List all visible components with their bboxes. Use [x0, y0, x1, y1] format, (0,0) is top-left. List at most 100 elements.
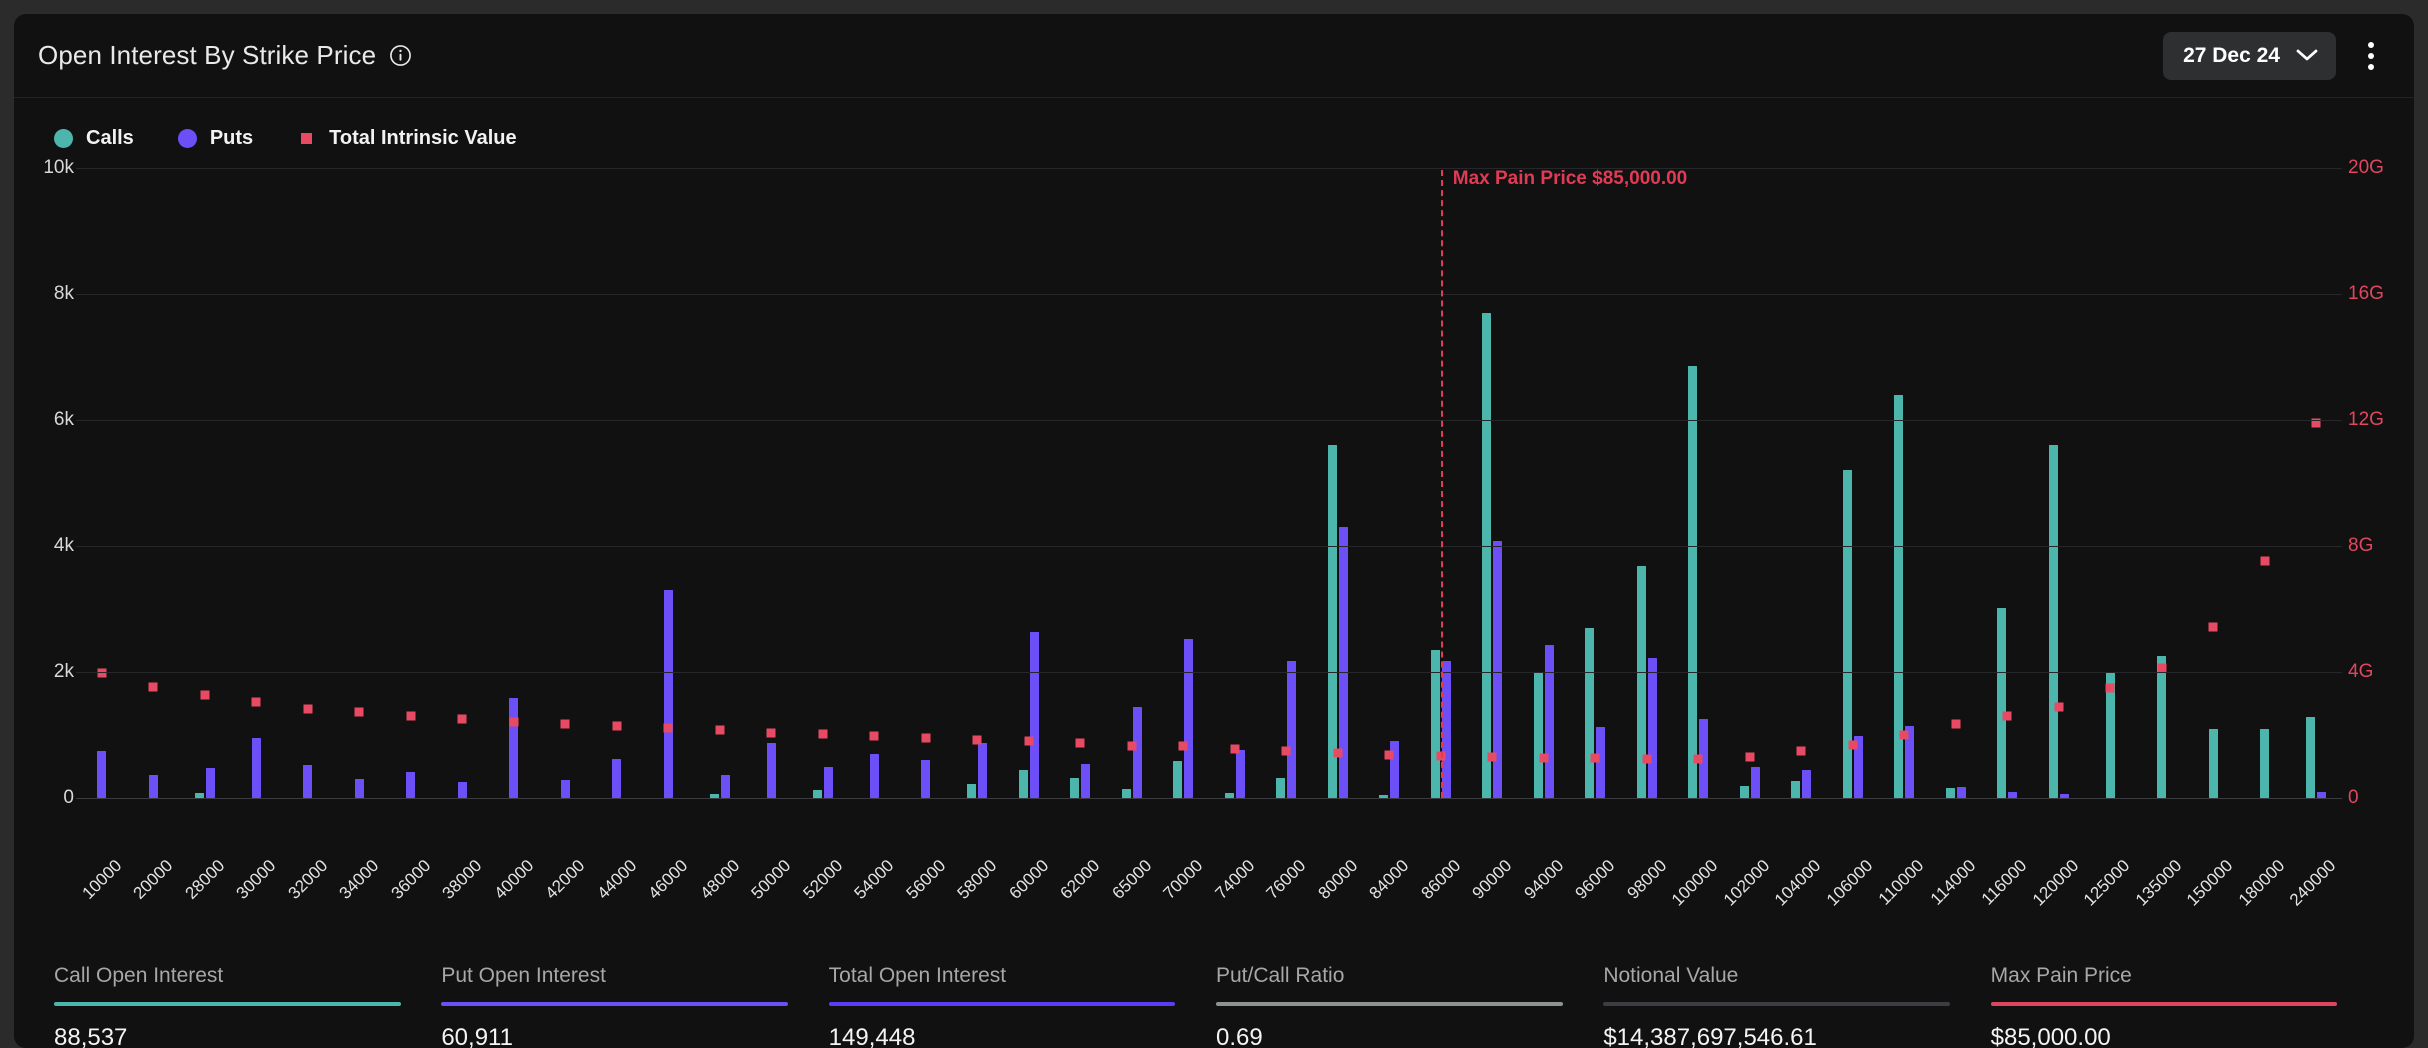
- put-bar[interactable]: [721, 775, 730, 798]
- intrinsic-value-point[interactable]: [2106, 684, 2115, 693]
- legend-item-puts[interactable]: Puts: [178, 127, 253, 150]
- put-bar[interactable]: [458, 782, 467, 798]
- intrinsic-value-point[interactable]: [509, 718, 518, 727]
- put-bar[interactable]: [509, 698, 518, 798]
- put-bar[interactable]: [149, 775, 158, 798]
- intrinsic-value-point[interactable]: [1745, 753, 1754, 762]
- intrinsic-value-point[interactable]: [2209, 623, 2218, 632]
- put-bar[interactable]: [921, 760, 930, 798]
- intrinsic-value-point[interactable]: [303, 704, 312, 713]
- call-bar[interactable]: [813, 790, 822, 798]
- intrinsic-value-point[interactable]: [1282, 746, 1291, 755]
- intrinsic-value-point[interactable]: [921, 734, 930, 743]
- call-bar[interactable]: [1946, 788, 1955, 798]
- put-bar[interactable]: [303, 765, 312, 798]
- intrinsic-value-point[interactable]: [1797, 746, 1806, 755]
- call-bar[interactable]: [1173, 761, 1182, 798]
- intrinsic-value-point[interactable]: [664, 724, 673, 733]
- intrinsic-value-point[interactable]: [1385, 751, 1394, 760]
- intrinsic-value-point[interactable]: [406, 712, 415, 721]
- call-bar[interactable]: [1534, 672, 1543, 798]
- put-bar[interactable]: [206, 768, 215, 798]
- put-bar[interactable]: [355, 779, 364, 798]
- intrinsic-value-point[interactable]: [561, 720, 570, 729]
- call-bar[interactable]: [967, 784, 976, 798]
- call-bar[interactable]: [1688, 366, 1697, 798]
- intrinsic-value-point[interactable]: [870, 732, 879, 741]
- put-bar[interactable]: [1287, 661, 1296, 798]
- put-bar[interactable]: [1957, 787, 1966, 798]
- call-bar[interactable]: [1585, 628, 1594, 798]
- put-bar[interactable]: [406, 772, 415, 798]
- intrinsic-value-point[interactable]: [1539, 753, 1548, 762]
- put-bar[interactable]: [612, 759, 621, 798]
- put-bar[interactable]: [1751, 767, 1760, 798]
- intrinsic-value-point[interactable]: [1127, 741, 1136, 750]
- put-bar[interactable]: [664, 590, 673, 798]
- intrinsic-value-point[interactable]: [458, 714, 467, 723]
- intrinsic-value-point[interactable]: [612, 722, 621, 731]
- call-bar[interactable]: [1122, 789, 1131, 798]
- call-bar[interactable]: [2209, 729, 2218, 798]
- intrinsic-value-point[interactable]: [355, 707, 364, 716]
- call-bar[interactable]: [1070, 778, 1079, 798]
- intrinsic-value-point[interactable]: [818, 730, 827, 739]
- legend-item-calls[interactable]: Calls: [54, 127, 134, 150]
- intrinsic-value-point[interactable]: [252, 698, 261, 707]
- intrinsic-value-point[interactable]: [1488, 753, 1497, 762]
- intrinsic-value-point[interactable]: [2157, 663, 2166, 672]
- call-bar[interactable]: [2260, 729, 2269, 798]
- intrinsic-value-point[interactable]: [715, 725, 724, 734]
- intrinsic-value-point[interactable]: [1951, 719, 1960, 728]
- put-bar[interactable]: [870, 754, 879, 798]
- call-bar[interactable]: [2306, 717, 2315, 798]
- put-bar[interactable]: [1648, 658, 1657, 798]
- put-bar[interactable]: [767, 743, 776, 798]
- info-icon[interactable]: [389, 44, 412, 67]
- intrinsic-value-point[interactable]: [1333, 749, 1342, 758]
- put-bar[interactable]: [1133, 707, 1142, 798]
- call-bar[interactable]: [1276, 778, 1285, 798]
- intrinsic-value-point[interactable]: [2054, 702, 2063, 711]
- put-bar[interactable]: [1081, 764, 1090, 798]
- call-bar[interactable]: [1482, 313, 1491, 798]
- call-bar[interactable]: [1740, 786, 1749, 798]
- put-bar[interactable]: [1030, 632, 1039, 798]
- put-bar[interactable]: [97, 751, 106, 798]
- put-bar[interactable]: [978, 743, 987, 798]
- put-bar[interactable]: [252, 738, 261, 798]
- intrinsic-value-point[interactable]: [767, 729, 776, 738]
- put-bar[interactable]: [1184, 639, 1193, 798]
- intrinsic-value-point[interactable]: [2260, 556, 2269, 565]
- put-bar[interactable]: [1236, 750, 1245, 798]
- intrinsic-value-point[interactable]: [1642, 754, 1651, 763]
- put-bar[interactable]: [1442, 661, 1451, 798]
- call-bar[interactable]: [1019, 770, 1028, 798]
- call-bar[interactable]: [1997, 608, 2006, 798]
- kebab-menu-icon[interactable]: [2354, 34, 2388, 78]
- put-bar[interactable]: [561, 780, 570, 798]
- call-bar[interactable]: [1791, 781, 1800, 798]
- call-bar[interactable]: [1328, 445, 1337, 798]
- put-bar[interactable]: [1802, 770, 1811, 798]
- legend-item-total-intrinsic-value[interactable]: Total Intrinsic Value: [297, 127, 516, 150]
- intrinsic-value-point[interactable]: [1900, 731, 1909, 740]
- put-bar[interactable]: [824, 767, 833, 799]
- expiry-date-selector[interactable]: 27 Dec 24: [2163, 32, 2336, 80]
- intrinsic-value-point[interactable]: [1076, 739, 1085, 748]
- call-bar[interactable]: [2157, 656, 2166, 798]
- intrinsic-value-point[interactable]: [1179, 742, 1188, 751]
- chevron-down-icon: [2296, 44, 2318, 68]
- intrinsic-value-point[interactable]: [1024, 737, 1033, 746]
- x-axis-tick-label: 106000: [1823, 856, 1877, 910]
- call-bar[interactable]: [2049, 445, 2058, 798]
- intrinsic-value-point[interactable]: [149, 682, 158, 691]
- put-bar[interactable]: [1545, 645, 1554, 798]
- intrinsic-value-point[interactable]: [1230, 744, 1239, 753]
- intrinsic-value-point[interactable]: [2003, 712, 2012, 721]
- intrinsic-value-point[interactable]: [1848, 741, 1857, 750]
- intrinsic-value-point[interactable]: [1591, 754, 1600, 763]
- intrinsic-value-point[interactable]: [973, 736, 982, 745]
- intrinsic-value-point[interactable]: [200, 690, 209, 699]
- intrinsic-value-point[interactable]: [1694, 754, 1703, 763]
